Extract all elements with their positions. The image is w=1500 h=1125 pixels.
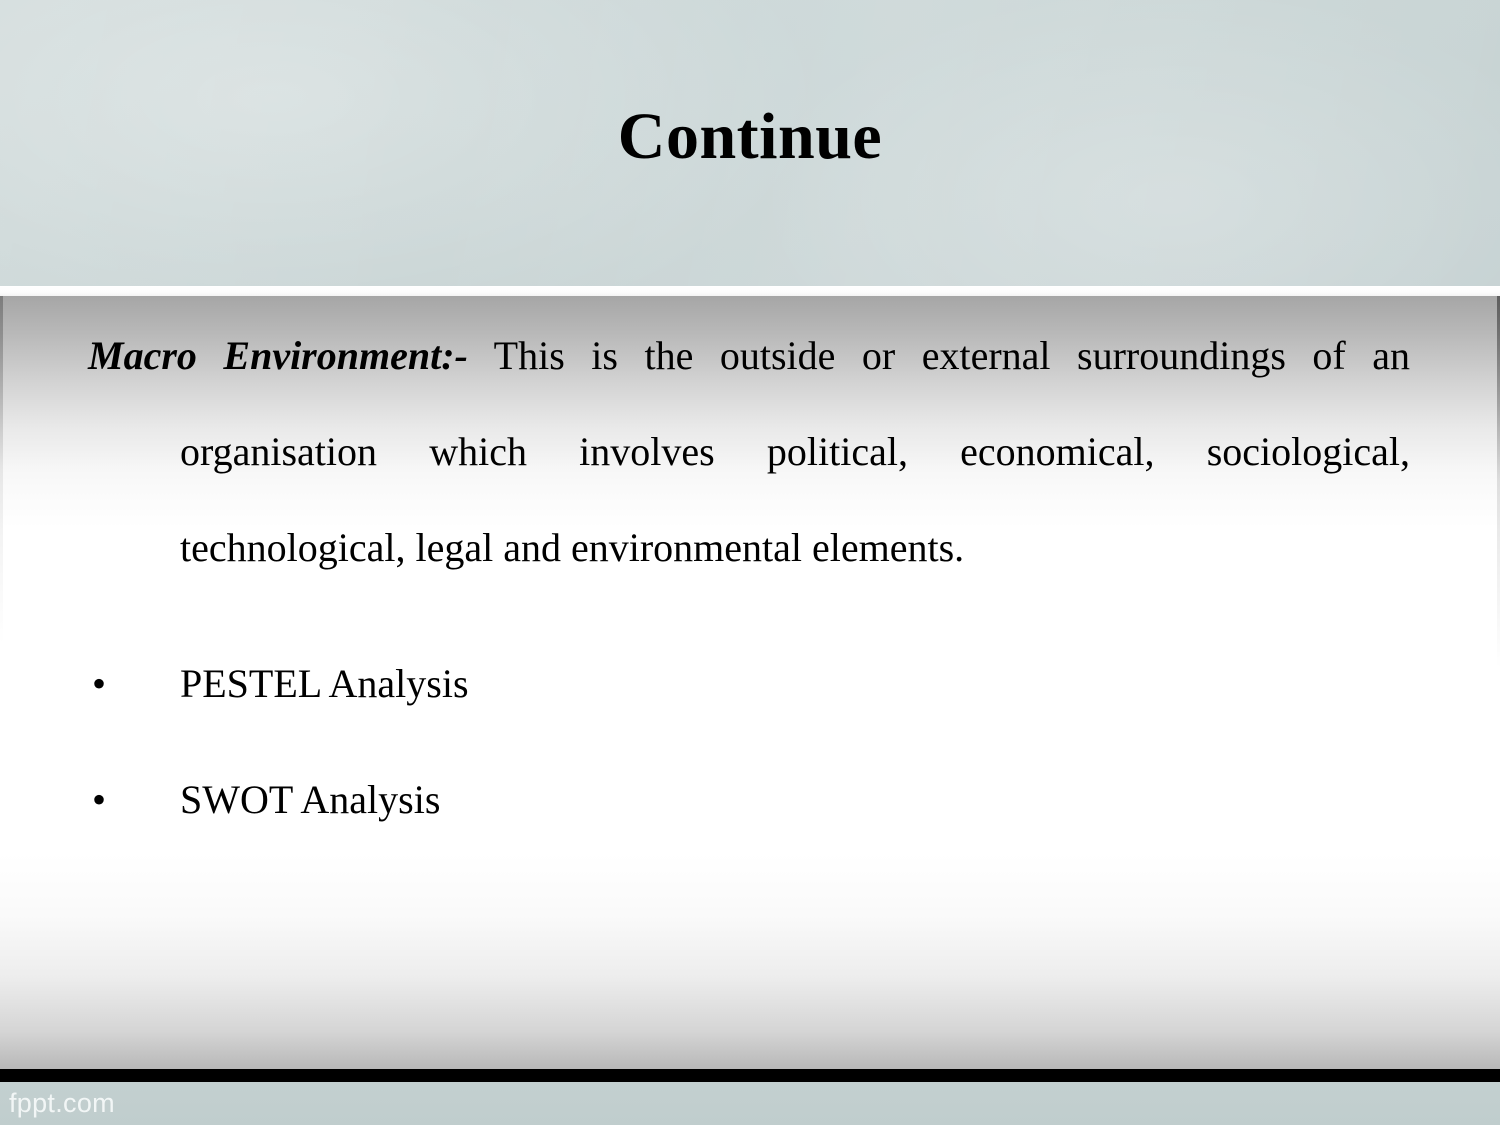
footer-divider-rule (0, 1069, 1500, 1082)
analysis-bullet-list: • PESTEL Analysis • SWOT Analysis (88, 660, 1410, 824)
bullet-point-icon: • (92, 777, 107, 822)
macro-environment-label: Macro Environment:- (88, 333, 468, 378)
footer-watermark: fppt.com (9, 1088, 115, 1118)
body-left-edge-shadow (0, 296, 3, 1070)
list-item-label: SWOT Analysis (180, 777, 441, 822)
list-item: • SWOT Analysis (88, 776, 1410, 824)
bullet-point-icon: • (92, 661, 107, 706)
presentation-slide: Continue Macro Environment:- This is the… (0, 0, 1500, 1125)
list-item-label: PESTEL Analysis (180, 661, 469, 706)
header-separator (0, 286, 1500, 296)
macro-environment-paragraph: Macro Environment:- This is the outside … (88, 308, 1410, 596)
list-item: • PESTEL Analysis (88, 660, 1410, 708)
slide-footer-band (0, 1082, 1500, 1125)
slide-content: Macro Environment:- This is the outside … (88, 308, 1410, 824)
page-title: Continue (617, 100, 883, 173)
